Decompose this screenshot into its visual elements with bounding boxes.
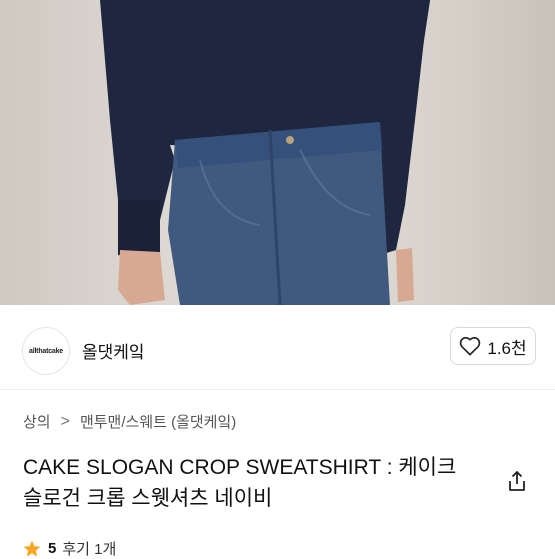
- product-title: CAKE SLOGAN CROP SWEATSHIRT : 케이크 슬로건 크롭…: [23, 456, 457, 510]
- share-icon[interactable]: [505, 469, 529, 493]
- star-icon: [23, 540, 41, 556]
- breadcrumb-item-subcategory[interactable]: 맨투맨/스웨트 (올댓케잌): [80, 411, 236, 432]
- store-logo[interactable]: allthatcake: [22, 327, 70, 375]
- hand-shape: [118, 250, 165, 305]
- chevron-right-icon: >: [60, 412, 70, 430]
- like-count: 1.6천: [487, 338, 527, 358]
- breadcrumb-item-category[interactable]: 상의: [23, 411, 51, 432]
- rating-score: 5: [48, 540, 57, 557]
- jeans-button: [286, 136, 294, 144]
- product-hero-image[interactable]: [0, 0, 555, 305]
- like-button[interactable]: 1.6천: [450, 327, 536, 365]
- store-name[interactable]: 올댓케잌: [82, 338, 145, 363]
- rating-row[interactable]: 5 후기 1개: [22, 538, 116, 559]
- review-count[interactable]: 후기 1개: [62, 538, 116, 559]
- model-photo: [100, 0, 430, 305]
- heart-outline-icon: [460, 336, 481, 356]
- left-cuff: [118, 200, 160, 255]
- breadcrumb: 상의 > 맨투맨/스웨트 (올댓케잌): [23, 411, 236, 432]
- store-logo-text: allthatcake: [29, 347, 63, 355]
